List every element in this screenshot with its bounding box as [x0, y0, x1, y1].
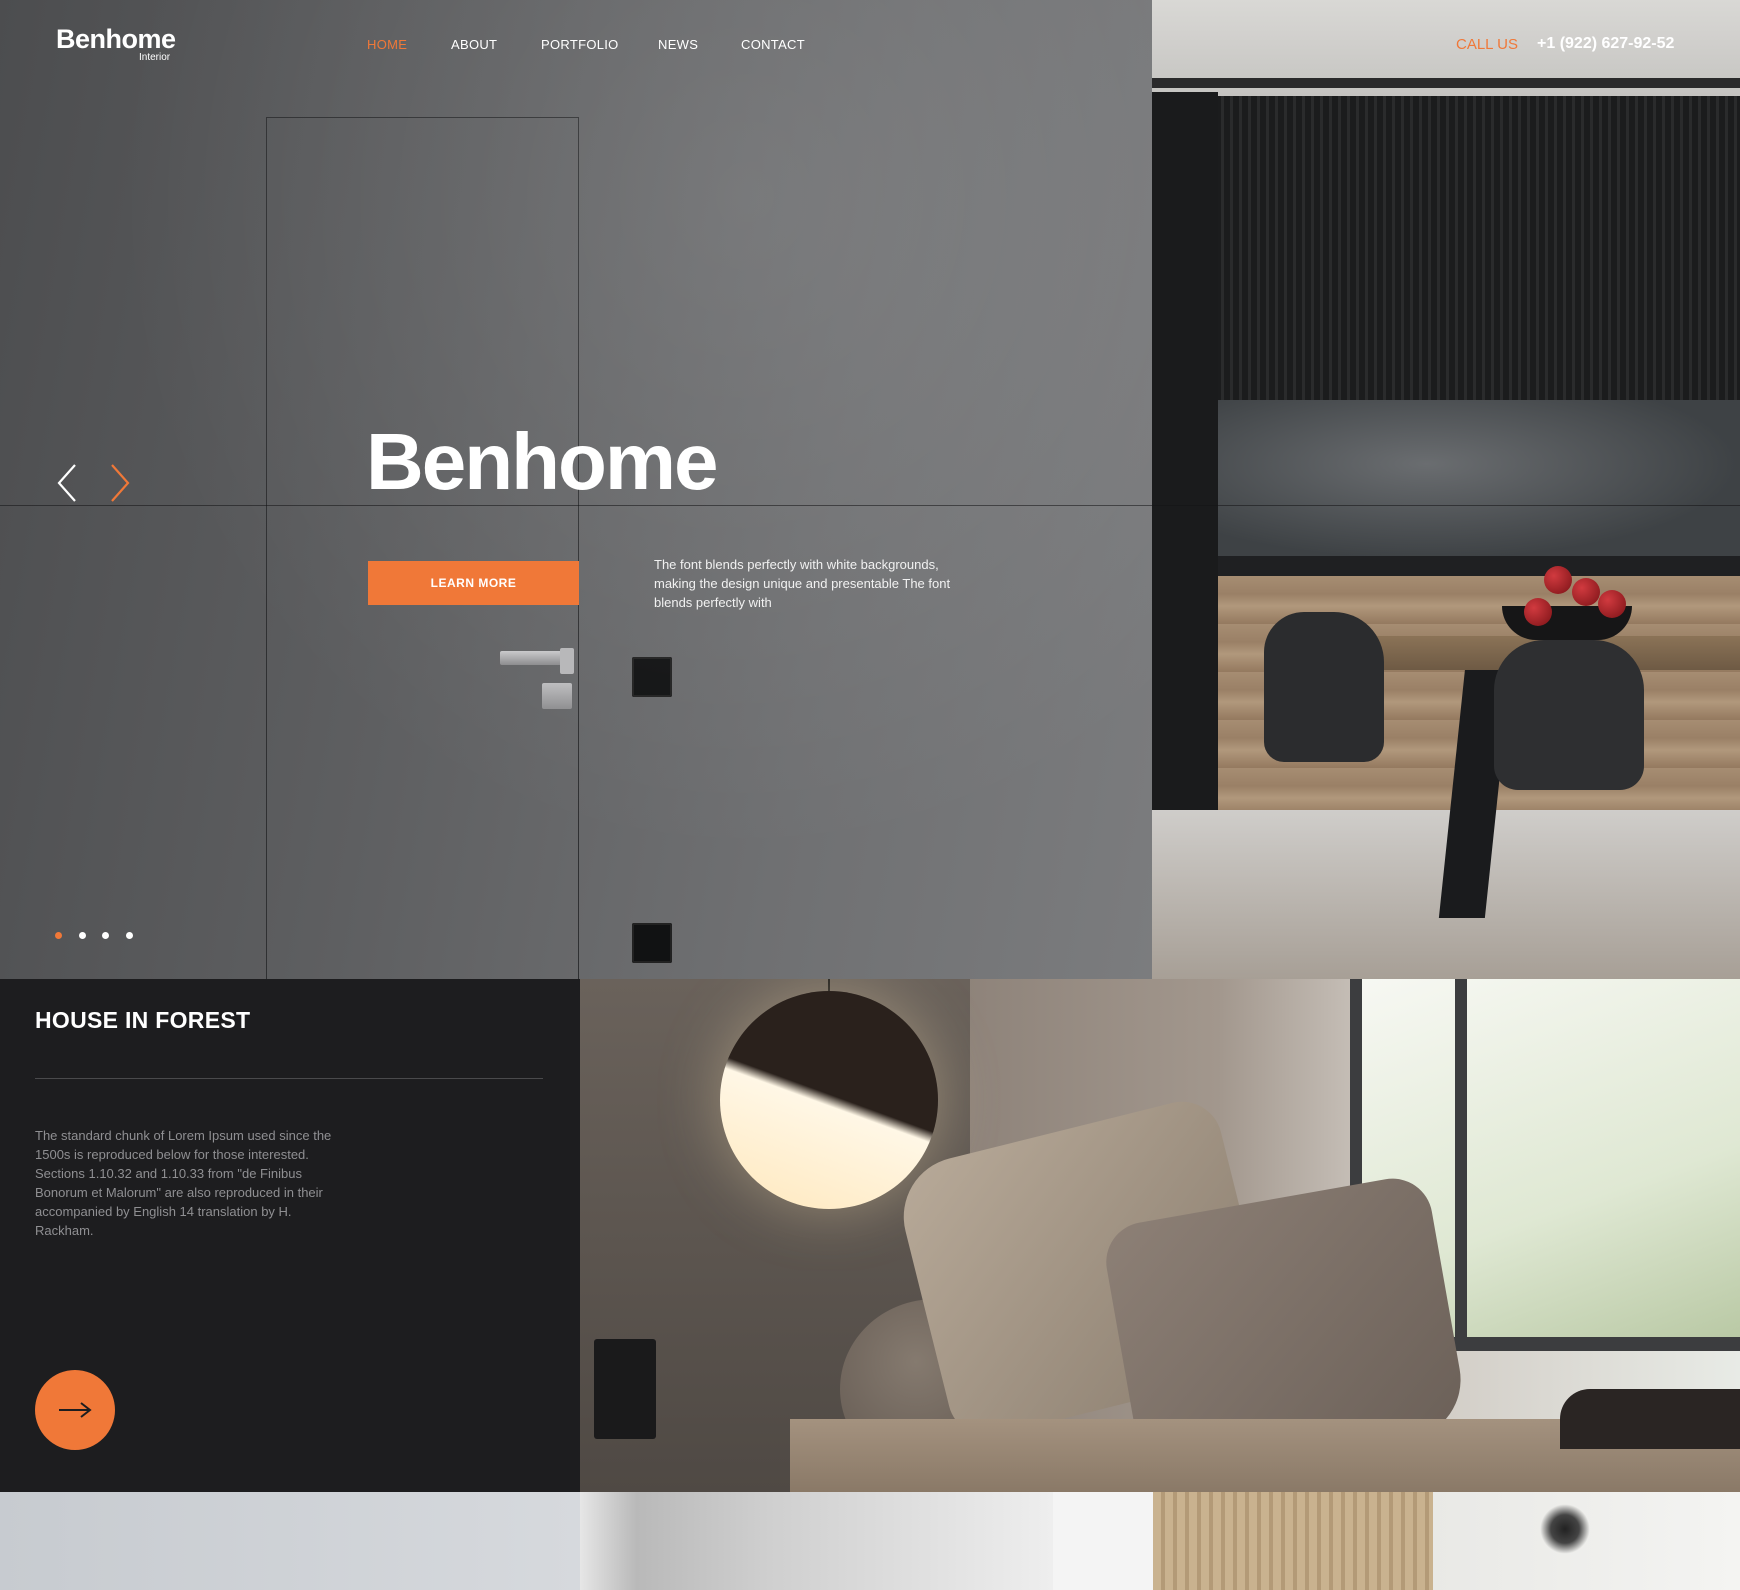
project-description: The standard chunk of Lorem Ipsum used s… — [35, 1128, 332, 1238]
logo[interactable]: Benhome — [56, 24, 176, 55]
blanket — [1560, 1389, 1740, 1449]
project-divider — [35, 1078, 543, 1079]
wall-slats — [1152, 96, 1740, 400]
chair — [1264, 612, 1384, 762]
phone-number[interactable]: +1 (922) 627-92-52 — [1537, 35, 1674, 53]
learn-more-button[interactable]: LEARN MORE — [368, 561, 579, 605]
nav-news[interactable]: NEWS — [658, 37, 698, 52]
preview-image-4 — [1153, 1492, 1433, 1590]
slider-dot-4[interactable] — [126, 932, 133, 939]
dark-column — [1152, 92, 1218, 810]
hero-title: Benhome — [366, 417, 718, 506]
door-frame — [266, 117, 579, 979]
slider-prev-button[interactable] — [55, 463, 81, 503]
arrow-right-icon — [59, 1402, 92, 1418]
wall-outlet — [632, 923, 672, 963]
window-frame — [1455, 979, 1467, 1349]
nav-home[interactable]: HOME — [367, 37, 407, 52]
ceiling-track — [1152, 78, 1740, 88]
preview-image-3 — [1053, 1492, 1153, 1590]
call-us-label: CALL US — [1456, 36, 1518, 53]
preview-image-1 — [0, 1492, 580, 1590]
chair — [1494, 640, 1644, 790]
slider-dot-1[interactable] — [55, 932, 62, 939]
next-section-preview — [0, 1492, 1740, 1590]
chevron-left-icon — [57, 464, 76, 502]
project-title: HOUSE IN FOREST — [35, 1007, 251, 1033]
logo-subtitle: Interior — [139, 52, 171, 63]
slider-dot-3[interactable] — [102, 932, 109, 939]
countertop — [1218, 556, 1740, 576]
fruit — [1598, 590, 1626, 618]
wall-art — [1540, 1504, 1590, 1554]
slider-next-button[interactable] — [106, 463, 132, 503]
door-lock — [542, 683, 572, 709]
nav-about[interactable]: ABOUT — [451, 37, 497, 52]
nav-portfolio[interactable]: PORTFOLIO — [541, 37, 619, 52]
wall-outlet — [594, 1339, 656, 1439]
hero-description: The font blends perfectly with white bac… — [654, 557, 951, 610]
fruit — [1544, 566, 1572, 594]
door-handle — [500, 651, 570, 665]
nav-contact[interactable]: CONTACT — [741, 37, 805, 52]
project-open-button[interactable] — [35, 1370, 115, 1450]
backsplash — [1218, 400, 1740, 560]
chevron-right-icon — [111, 464, 130, 502]
pendant-lamp — [720, 991, 938, 1209]
fruit — [1572, 578, 1600, 606]
slider-dot-2[interactable] — [79, 932, 86, 939]
fruit — [1524, 598, 1552, 626]
lamp-cord — [828, 979, 830, 991]
project-image — [580, 979, 1740, 1492]
preview-image-2 — [580, 1492, 1053, 1590]
wall-switch — [632, 657, 672, 697]
hero-side-image — [1152, 0, 1740, 979]
door-handle-plate — [560, 648, 574, 674]
hero-divider-line — [0, 505, 1740, 506]
